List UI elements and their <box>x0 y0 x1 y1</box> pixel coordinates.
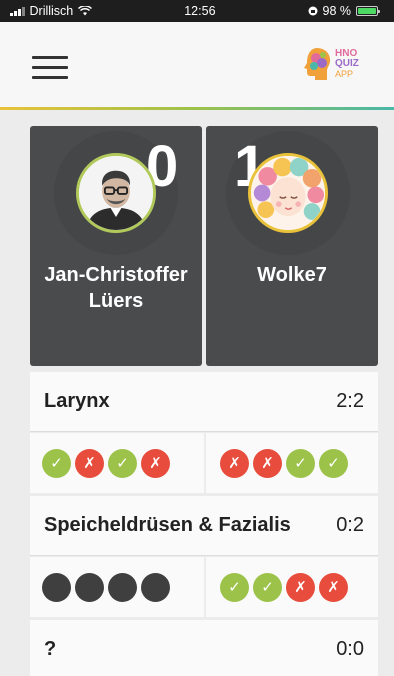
answer-correct-icon: ✓ <box>108 448 137 478</box>
answer-pending-icon <box>141 572 170 602</box>
player-card-2[interactable]: 1 Wolke7 <box>206 126 378 366</box>
avatar <box>248 153 328 233</box>
round-category: Larynx <box>44 390 110 412</box>
clock: 12:56 <box>184 4 216 18</box>
logo-line-3: APP <box>335 69 354 79</box>
player-name: Jan-Christoffer Lüers <box>44 264 188 312</box>
player-1-answers <box>30 557 204 617</box>
avatar <box>76 153 156 233</box>
player-name: Wolke7 <box>257 264 327 286</box>
round-header-1[interactable]: Larynx 2:2 <box>30 372 378 432</box>
battery-icon <box>356 6 380 16</box>
wifi-icon <box>78 6 93 16</box>
logo-line-2: QUIZ <box>335 58 359 69</box>
player-2-answers: ✓ ✓ ✗ ✗ <box>204 557 378 617</box>
app-logo: HNO QUIZ APP <box>302 42 372 86</box>
answer-wrong-icon: ✗ <box>75 448 104 478</box>
status-right: 98 % <box>308 4 380 18</box>
player-card-1[interactable]: 0 Jan-Christoffer Lüers <box>30 126 202 366</box>
round-score: 0:0 <box>336 638 364 660</box>
round-header-2[interactable]: Speicheldrüsen & Fazialis 0:2 <box>30 496 378 556</box>
answer-wrong-icon: ✗ <box>286 572 315 602</box>
status-left: Drillisch <box>10 4 93 18</box>
signal-icon <box>10 6 25 16</box>
status-bar: Drillisch 12:56 98 % <box>0 0 394 22</box>
answer-wrong-icon: ✗ <box>220 448 249 478</box>
answer-correct-icon: ✓ <box>319 448 348 478</box>
round-answers-1: ✓ ✗ ✓ ✗ ✗ ✗ ✓ ✓ <box>30 433 378 493</box>
battery-percent: 98 % <box>322 4 352 18</box>
round-score: 2:2 <box>336 390 364 412</box>
round-category: ? <box>44 638 57 660</box>
player-1-answers: ✓ ✗ ✓ ✗ <box>30 433 204 493</box>
carrier-label: Drillisch <box>29 4 74 18</box>
answer-correct-icon: ✓ <box>42 448 71 478</box>
round-header-3[interactable]: ? 0:0 <box>30 620 378 676</box>
player-2-answers: ✗ ✗ ✓ ✓ <box>204 433 378 493</box>
round-answers-2: ✓ ✓ ✗ ✗ <box>30 557 378 617</box>
round-score: 0:2 <box>336 514 364 536</box>
answer-wrong-icon: ✗ <box>319 572 348 602</box>
answer-correct-icon: ✓ <box>220 572 249 602</box>
answer-pending-icon <box>108 572 137 602</box>
menu-icon[interactable] <box>32 56 68 80</box>
answer-wrong-icon: ✗ <box>141 448 170 478</box>
lock-rotation-icon <box>308 6 317 16</box>
round-category: Speicheldrüsen & Fazialis <box>44 514 291 536</box>
answer-pending-icon <box>42 572 71 602</box>
app-bar: HNO QUIZ APP <box>0 22 394 110</box>
answer-pending-icon <box>75 572 104 602</box>
answer-correct-icon: ✓ <box>286 448 315 478</box>
answer-correct-icon: ✓ <box>253 572 282 602</box>
head-logo-icon <box>304 48 331 80</box>
answer-wrong-icon: ✗ <box>253 448 282 478</box>
